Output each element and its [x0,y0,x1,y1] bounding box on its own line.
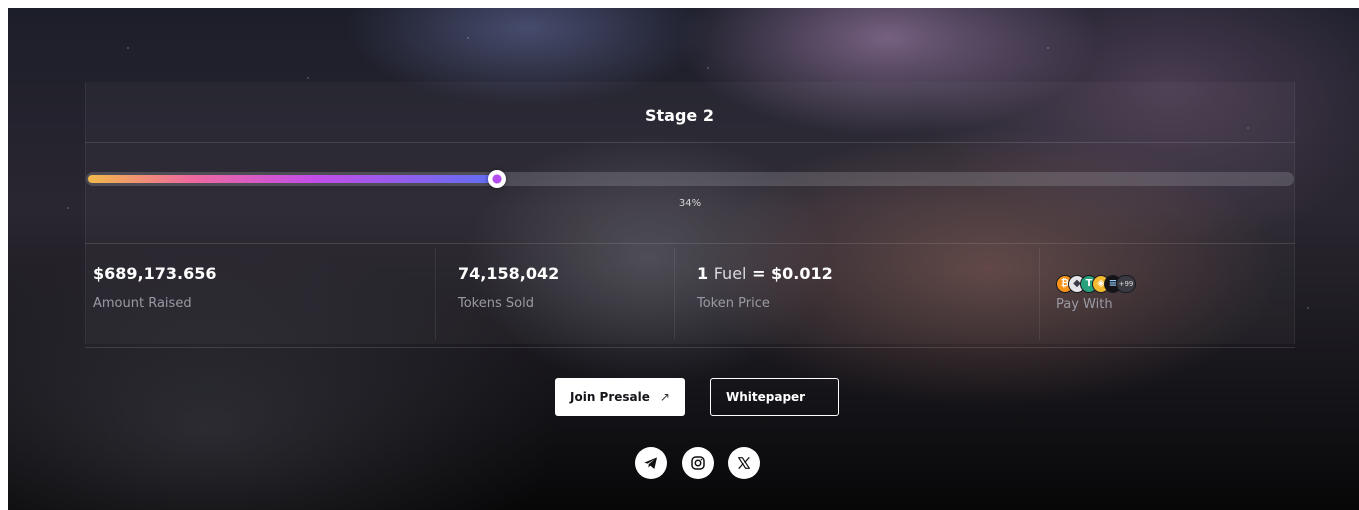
instagram-icon[interactable] [682,447,714,479]
stat-pay-with: ₿ ◆ T ◈ ≡ +99 Pay With [1056,274,1136,312]
payment-coins: ₿ ◆ T ◈ ≡ +99 [1056,274,1136,294]
stat-separator [1039,248,1040,340]
stat-tokens-sold: 74,158,042 Tokens Sold [458,264,559,311]
join-presale-button[interactable]: Join Presale ↗ [555,378,685,416]
stat-separator [674,248,675,340]
progress-percent-label: 34% [678,198,702,209]
amount-raised-value: $689,173.656 [93,264,217,283]
stat-separator [435,248,436,340]
divider-top [85,142,1295,143]
stage-title: Stage 2 [645,106,714,125]
amount-raised-label: Amount Raised [93,296,192,311]
tokens-sold-label: Tokens Sold [458,296,534,311]
progress-thumb [488,170,506,188]
x-icon[interactable] [728,447,760,479]
token-price-value: 1 Fuel = $0.012 [697,264,833,283]
telegram-icon[interactable] [635,447,667,479]
whitepaper-label: Whitepaper [726,390,806,404]
join-presale-label: Join Presale [570,390,650,404]
stat-token-price: 1 Fuel = $0.012 Token Price [697,264,833,311]
x-glyph [738,457,750,469]
tokens-sold-value: 74,158,042 [458,264,560,283]
pay-with-label: Pay With [1056,297,1113,312]
token-price-label: Token Price [697,296,770,311]
stat-amount-raised: $689,173.656 Amount Raised [93,264,216,311]
divider-middle [85,243,1295,244]
progress-bar [86,170,1294,188]
divider-bottom [85,347,1295,348]
instagram-glyph [691,456,705,470]
progress-fill [88,175,497,183]
more-coins-count: +99 [1116,275,1136,293]
token-price-amount: 1 [697,264,709,283]
arrow-up-right-icon: ↗ [659,390,670,404]
token-price-rate: = $0.012 [752,264,833,283]
telegram-glyph [644,457,657,469]
whitepaper-button[interactable]: Whitepaper [710,378,839,416]
token-price-unit: Fuel [713,264,747,283]
